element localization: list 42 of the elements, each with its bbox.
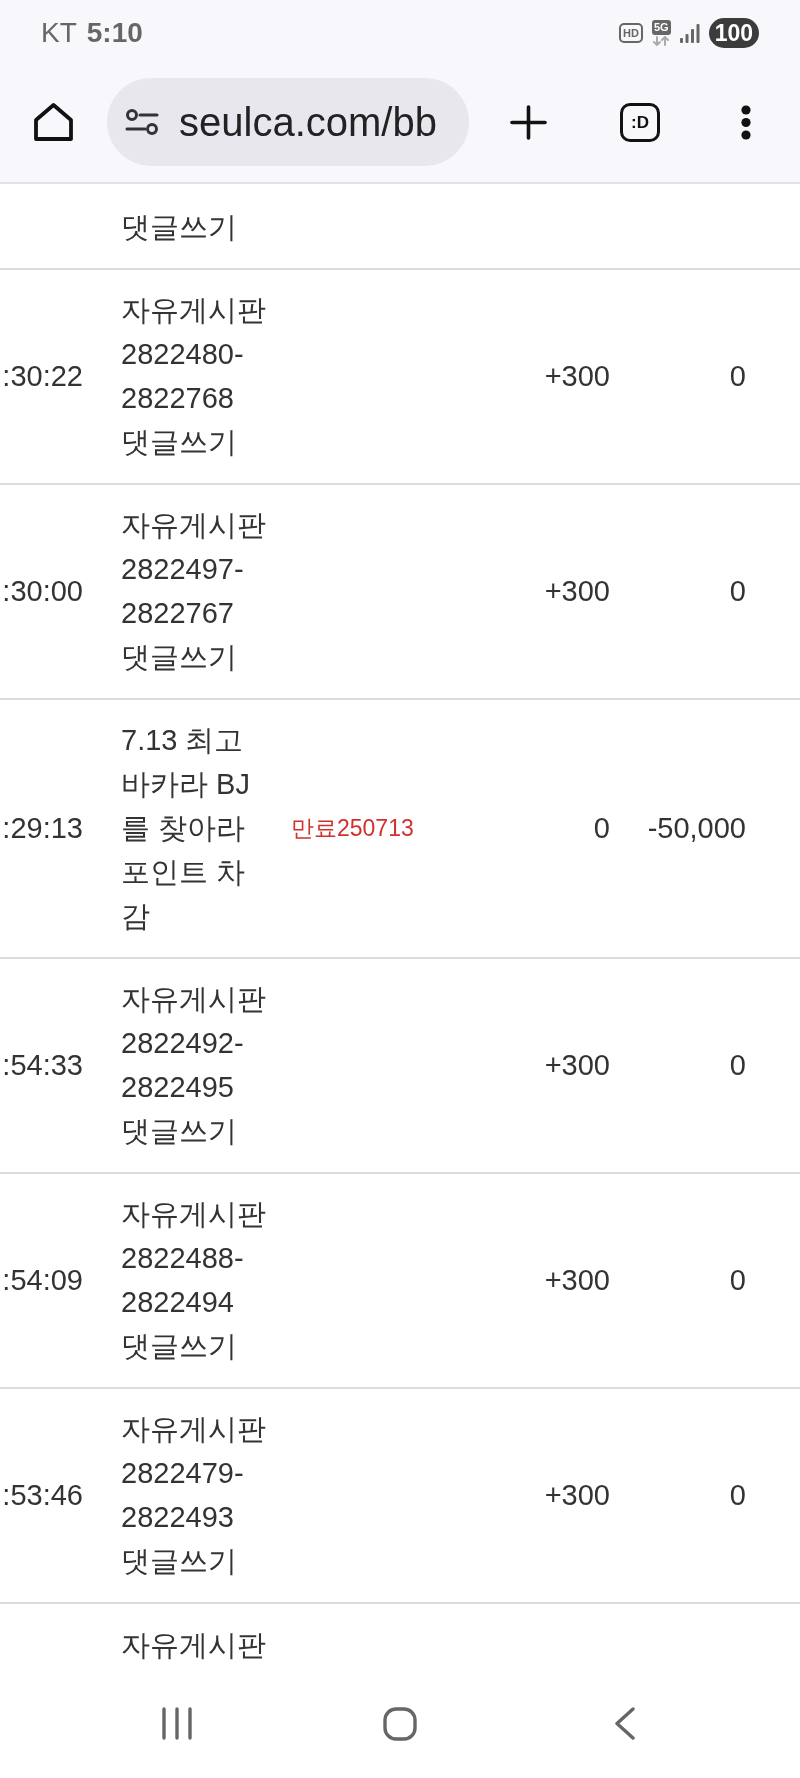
time-text: :54:33 — [2, 1048, 83, 1083]
entry-text: 댓글쓰기 — [121, 210, 237, 245]
time-text: :53:46 — [2, 1478, 83, 1513]
entry-text: 7.13 최고 바카라 BJ를 찾아라 포인트 차감 — [121, 723, 251, 934]
change-amount: +300 — [544, 1048, 610, 1083]
entry-text: 자유게시판 2822497-2822767 댓글쓰기 — [121, 508, 267, 675]
clock-time: 5:10 — [86, 16, 143, 50]
balance-amount: 0 — [729, 1048, 746, 1083]
balance-amount: 0 — [729, 1478, 746, 1513]
entry-text: 자유게시판 2822488-2822494 댓글쓰기 — [121, 1197, 267, 1364]
time-text: :30:22 — [2, 359, 83, 394]
home-icon[interactable] — [33, 102, 74, 142]
hd-voice-indicator: HD — [619, 23, 643, 43]
signal-icon — [679, 23, 700, 43]
change-amount: +300 — [544, 359, 610, 394]
entry-text: 자유게시판 2822479-2822493 댓글쓰기 — [121, 1412, 267, 1579]
time-text: :54:09 — [2, 1263, 83, 1298]
balance-amount: 0 — [729, 1263, 746, 1298]
tune-icon[interactable] — [125, 109, 159, 135]
balance-amount: 0 — [729, 359, 746, 394]
change-amount: +300 — [544, 1478, 610, 1513]
entry-text: 자유게시판 2822480-2822768 댓글쓰기 — [121, 293, 267, 460]
tab-switcher-button[interactable]: :D — [620, 102, 660, 142]
change-amount: +300 — [544, 1263, 610, 1298]
balance-amount: -50,000 — [647, 811, 746, 846]
time-text: :29:13 — [2, 811, 83, 846]
change-amount: 0 — [593, 811, 610, 846]
battery-level: 100 — [708, 18, 759, 48]
entry-text: 자유게시판 2822492-2822495 댓글쓰기 — [121, 982, 267, 1149]
network-type-indicator: 5G — [651, 20, 671, 35]
recent-apps-icon[interactable] — [161, 1707, 193, 1740]
note-text: 만료250713 — [291, 814, 414, 843]
balance-amount: 0 — [729, 574, 746, 609]
time-text: :30:00 — [2, 574, 83, 609]
plus-icon[interactable] — [510, 104, 547, 140]
entry-text: 자유게시판 — [121, 1629, 266, 1661]
back-icon[interactable] — [614, 1707, 635, 1740]
more-menu-icon[interactable] — [741, 104, 751, 140]
address-bar[interactable]: seulca.com/bb — [107, 78, 469, 166]
change-amount: +300 — [544, 574, 610, 609]
data-arrows-icon — [652, 36, 671, 46]
carrier-name: KT — [41, 16, 77, 50]
